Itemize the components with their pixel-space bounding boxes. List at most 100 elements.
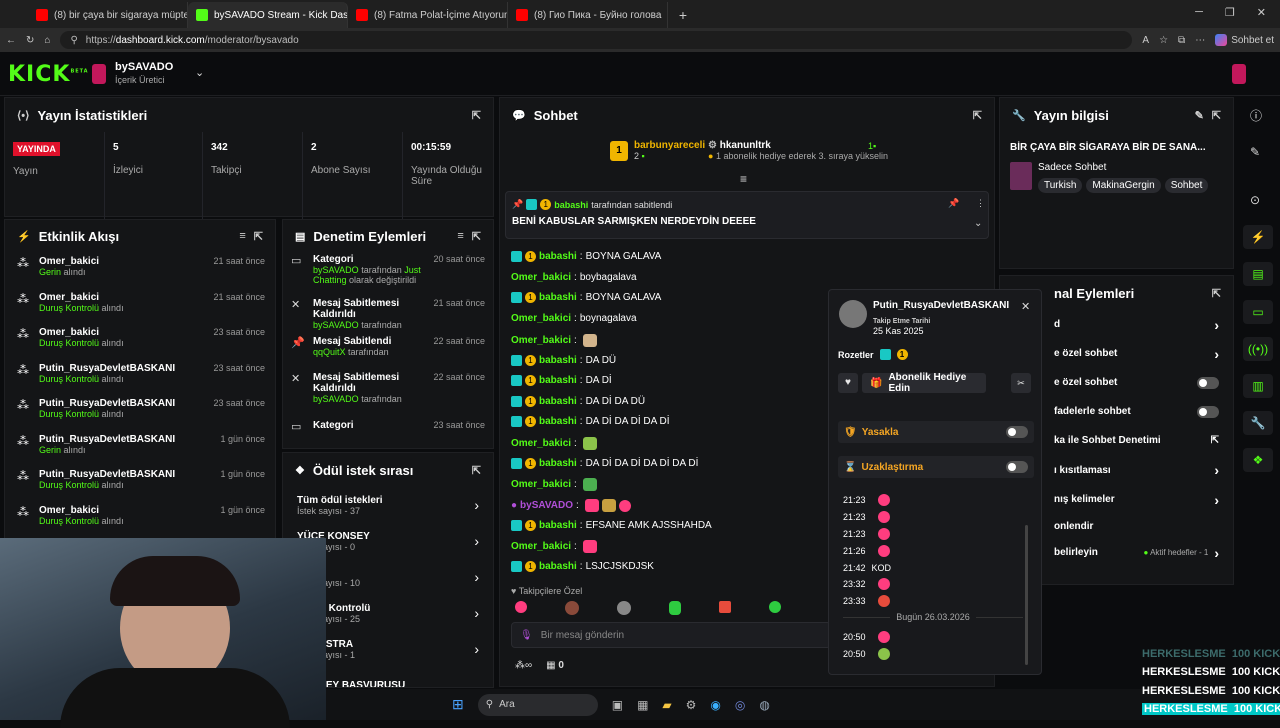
tag[interactable]: Turkish bbox=[1038, 178, 1083, 193]
document-icon[interactable]: ▤ bbox=[1243, 262, 1273, 286]
chat-message[interactable]: Omer_bakici: bbox=[511, 540, 597, 553]
unpin-icon[interactable]: 📌 bbox=[948, 198, 959, 209]
chat-message[interactable]: Omer_bakici: bbox=[511, 437, 597, 450]
chevron-down-icon[interactable]: ⌄ bbox=[195, 66, 204, 79]
reward-icon[interactable]: ❖ bbox=[1243, 448, 1273, 472]
moderation-item[interactable]: 📌 Mesaj Sabitlendi qqQuitX tarafından 22 s… bbox=[283, 334, 493, 370]
read-aloud-icon[interactable]: A bbox=[1142, 35, 1149, 46]
chat-message[interactable]: 1 babashi: BOYNA GALAVA bbox=[511, 292, 661, 303]
browser-tab[interactable]: (8) Fatma Polat-İçime Atıyorum aşkı✕ bbox=[348, 2, 508, 28]
user-avatar[interactable] bbox=[1232, 64, 1246, 84]
chat-message[interactable]: 1 babashi: LSJCJSKDJSK bbox=[511, 561, 654, 572]
edit-icon[interactable]: ✎ bbox=[1195, 109, 1204, 122]
chat-message[interactable]: Omer_bakici: bbox=[511, 478, 597, 491]
popout-icon[interactable]: ⇱ bbox=[254, 230, 263, 243]
extensions-icon[interactable]: ⧉ bbox=[1178, 35, 1185, 46]
wrench-icon[interactable]: 🔧 bbox=[1243, 411, 1273, 435]
lightning-icon[interactable]: ⚡ bbox=[1243, 225, 1273, 249]
popout-icon[interactable]: ⇱ bbox=[973, 109, 982, 122]
follow-heart-button[interactable]: ♥ bbox=[838, 373, 858, 393]
browser-tab[interactable]: (8) bir çaya bir sigaraya müptelayız✕ bbox=[28, 2, 188, 28]
back-icon[interactable]: ← bbox=[6, 35, 16, 46]
activity-item[interactable]: ⁂ Putin_RusyaDevletBASKANI Duruş Kontrolü … bbox=[5, 465, 275, 501]
chat-message[interactable]: 1 babashi: DA DÜ bbox=[511, 355, 616, 366]
site-info-icon[interactable]: ⚲ bbox=[70, 35, 77, 46]
moderation-item[interactable]: ✕ Mesaj Sabitlemesi Kaldırıldı bySAVADO ta… bbox=[283, 370, 493, 418]
moderation-item[interactable]: ✕ Mesaj Sabitlemesi Kaldırıldı bySAVADO ta… bbox=[283, 296, 493, 334]
emote[interactable] bbox=[565, 601, 579, 615]
popout-icon[interactable]: ⇱ bbox=[1212, 287, 1221, 300]
windows-start-icon[interactable]: ⊞ bbox=[452, 696, 464, 713]
activity-item[interactable]: ⁂ Putin_RusyaDevletBASKANI Duruş Kontrolü … bbox=[5, 359, 275, 395]
kick-logo[interactable]: KICKBETA bbox=[8, 62, 89, 87]
chat-message[interactable]: Omer_bakici: bbox=[511, 334, 597, 347]
pen-icon[interactable]: ✎ bbox=[1250, 145, 1260, 159]
popout-icon[interactable]: ⇱ bbox=[472, 230, 481, 243]
chat-message[interactable]: 1 babashi: DA Dİ bbox=[511, 375, 612, 386]
channel-name[interactable]: bySAVADO bbox=[115, 61, 173, 73]
top-gifter[interactable]: 1 barbunyareceli 2 ▪ bbox=[610, 140, 705, 161]
new-tab-button[interactable]: + bbox=[668, 2, 698, 28]
emote[interactable] bbox=[669, 601, 681, 615]
emote[interactable] bbox=[515, 601, 527, 613]
category-name[interactable]: Sadece Sohbet bbox=[1038, 162, 1106, 173]
popout-icon[interactable]: ⇱ bbox=[472, 464, 481, 477]
chat-message[interactable]: 1 babashi: DA Dİ DA Dİ DA Dİ bbox=[511, 416, 670, 427]
gifter-two[interactable]: ⚙ hkanunltrk ● 1 abonelik hediye ederek … bbox=[708, 140, 888, 161]
chat-message[interactable]: ● bySAVADO: bbox=[511, 499, 631, 512]
browser-tab-active[interactable]: bySAVADO Stream - Kick Dashboard✕ bbox=[188, 2, 348, 28]
task-view-icon[interactable]: ▣ bbox=[612, 698, 623, 712]
close-icon[interactable]: ✕ bbox=[1021, 300, 1030, 313]
discord-icon[interactable]: ◎ bbox=[735, 698, 745, 712]
collapse-icon[interactable]: ≡ bbox=[740, 172, 747, 186]
mod-tool-button[interactable]: ✂ bbox=[1011, 373, 1031, 393]
chat-message[interactable]: Omer_bakici: boynagalava bbox=[511, 313, 637, 324]
chat-message[interactable]: 1 babashi: DA Dİ DA DÜ bbox=[511, 396, 645, 407]
store-icon[interactable]: ▦ 0 bbox=[546, 660, 564, 671]
moderation-item[interactable]: ▭ Kategori bySAVADO tarafından Just Chatti… bbox=[283, 252, 493, 296]
moderation-item[interactable]: ▭ Kategori 23 saat önce bbox=[283, 418, 493, 448]
more-icon[interactable]: ⋮ bbox=[976, 198, 985, 209]
browser-tab[interactable]: (8) Гио Пика - Буйно голова✕ bbox=[508, 2, 668, 28]
chevron-down-icon[interactable]: ⌄ bbox=[974, 218, 982, 229]
taskbar-search[interactable]: ⚲ Ara bbox=[477, 693, 598, 716]
gift-sub-button[interactable]: 🎁 Abonelik Hediye Edin bbox=[862, 372, 986, 394]
chat-message[interactable]: 1 babashi: DA Dİ DA Dİ DA Dİ DA Dİ bbox=[511, 458, 698, 469]
minimize-icon[interactable]: ─ bbox=[1195, 6, 1203, 19]
settings-more-icon[interactable]: ⋯ bbox=[1195, 35, 1205, 46]
filter-icon[interactable]: ≡ bbox=[457, 230, 463, 242]
favorite-icon[interactable]: ☆ bbox=[1159, 35, 1168, 46]
activity-item[interactable]: ⁂ Omer_bakici Gerin alındı 21 saat önce bbox=[5, 252, 275, 288]
chat-input[interactable]: 🎙 Bir mesaj gönderin bbox=[511, 622, 831, 648]
folder-icon[interactable]: ▰ bbox=[662, 698, 671, 712]
pinned-message[interactable]: 📌 1 babashi tarafından sabitlendi BENİ KABU… bbox=[505, 191, 989, 239]
activity-item[interactable]: ⁂ Omer_bakici Duruş Kontrolü alındı 23 saat… bbox=[5, 323, 275, 359]
ban-toggle[interactable] bbox=[1006, 426, 1028, 438]
broadcast-icon[interactable]: ((•)) bbox=[1243, 337, 1273, 361]
copilot-button[interactable]: Sohbet et bbox=[1215, 34, 1274, 46]
maximize-icon[interactable]: ❐ bbox=[1225, 6, 1235, 19]
layout-icon[interactable]: ▥ bbox=[1243, 374, 1273, 398]
popout-icon[interactable]: ⇱ bbox=[472, 109, 481, 122]
scrollbar[interactable] bbox=[1025, 525, 1028, 665]
timeout-toggle[interactable] bbox=[1006, 461, 1028, 473]
refresh-icon[interactable]: ↻ bbox=[26, 35, 34, 46]
points-icon[interactable]: ⁂∞ bbox=[515, 660, 532, 671]
reward-item[interactable]: Tüm ödül istekleri İstek sayısı - 37 › bbox=[283, 487, 493, 523]
activity-item[interactable]: ⁂ Putin_RusyaDevletBASKANI Duruş Kontrolü … bbox=[5, 394, 275, 430]
toggle[interactable] bbox=[1197, 376, 1219, 389]
activity-item[interactable]: ⁂ Putin_RusyaDevletBASKANI Gerin alındı 1 g… bbox=[5, 430, 275, 466]
close-window-icon[interactable]: ✕ bbox=[1257, 6, 1266, 19]
steam-icon[interactable]: ◍ bbox=[759, 698, 769, 712]
popout-icon[interactable]: ⇱ bbox=[1212, 109, 1221, 122]
edge-icon[interactable]: ◉ bbox=[710, 698, 720, 712]
activity-item[interactable]: ⁂ Omer_bakici Duruş Kontrolü alındı 21 saat… bbox=[5, 288, 275, 324]
filter-icon[interactable]: ≡ bbox=[239, 230, 245, 242]
chat-message[interactable]: 1 babashi: BOYNA GALAVA bbox=[511, 251, 661, 262]
chat-icon[interactable]: ▭ bbox=[1243, 300, 1273, 324]
tag[interactable]: MakinaGergin bbox=[1086, 178, 1161, 193]
tag[interactable]: Sohbet bbox=[1164, 178, 1209, 193]
emote[interactable] bbox=[769, 601, 781, 613]
target-icon[interactable]: ⊙ bbox=[1250, 193, 1260, 207]
url-field[interactable]: ⚲ https://dashboard.kick.com/moderator/b… bbox=[60, 31, 1133, 49]
